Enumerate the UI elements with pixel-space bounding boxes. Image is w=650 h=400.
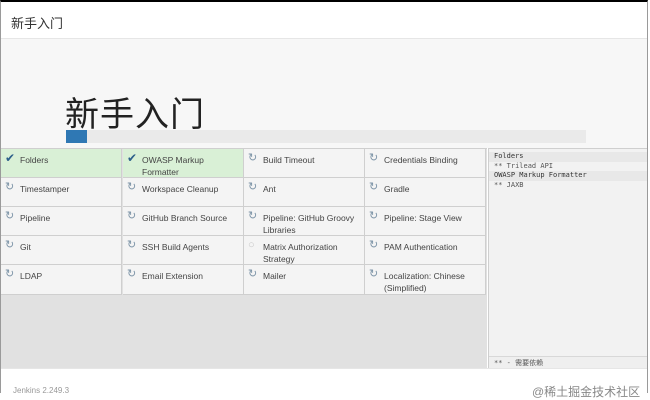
- plugin-item: ↻ Credentials Binding: [365, 149, 486, 178]
- plugin-item: ↻ Build Timeout: [244, 149, 365, 178]
- check-icon: ✔: [127, 151, 138, 165]
- plugin-item: ↻ LDAP: [1, 265, 122, 295]
- plugin-item: ↻ Email Extension: [123, 265, 244, 295]
- refresh-icon: ↻: [369, 239, 379, 251]
- plugin-item: ✔ Folders: [1, 149, 122, 178]
- hero-section: 新手入门: [1, 39, 647, 148]
- plugin-item: ↻ Pipeline: GitHub Groovy Libraries: [244, 207, 365, 236]
- plugin-name: GitHub Branch Source: [142, 213, 228, 223]
- refresh-icon: ↻: [127, 210, 137, 222]
- log-line: ** JAXB: [494, 180, 524, 189]
- hero-title: 新手入门: [65, 95, 205, 135]
- plugin-grid: ✔ Folders ✔ OWASP Markup Formatter ↻ Build Ti…: [1, 148, 487, 369]
- plugin-name: Credentials Binding: [384, 155, 458, 165]
- page-title: 新手入门: [11, 16, 64, 31]
- refresh-icon: ↻: [369, 181, 379, 193]
- refresh-icon: ↻: [5, 181, 15, 193]
- plugin-item: ↻ GitHub Branch Source: [123, 207, 244, 236]
- plugin-name: Gradle: [384, 184, 410, 194]
- plugin-item: ↻ Workspace Cleanup: [123, 178, 244, 207]
- plugin-name: Pipeline: Stage View: [384, 213, 462, 223]
- plugin-name: SSH Build Agents: [142, 242, 210, 252]
- log-line: Folders: [489, 152, 647, 162]
- refresh-icon: ↻: [127, 268, 137, 280]
- plugin-name: Pipeline: [20, 213, 51, 223]
- refresh-icon: ↻: [127, 239, 137, 251]
- plugin-name: Git: [20, 242, 31, 252]
- plugin-item: ↻ SSH Build Agents: [123, 236, 244, 265]
- log-legend: ** - 需要依赖: [489, 356, 647, 368]
- install-log-panel[interactable]: Folders ** Trilead API OWASP Markup Form…: [488, 148, 647, 368]
- plugin-name: Email Extension: [142, 271, 203, 281]
- plugin-name: Mailer: [263, 271, 287, 281]
- refresh-icon: ↻: [248, 181, 258, 193]
- plugin-name: Build Timeout: [263, 155, 315, 165]
- refresh-icon: ↻: [5, 239, 15, 251]
- install-progress-bar: [66, 130, 586, 143]
- plugin-item: ↻ Gradle: [365, 178, 486, 207]
- plugin-name: LDAP: [20, 271, 43, 281]
- refresh-icon: ↻: [248, 152, 258, 164]
- log-line: OWASP Markup Formatter: [489, 171, 647, 181]
- plugin-name: Timestamper: [20, 184, 70, 194]
- refresh-icon: ↻: [369, 268, 379, 280]
- log-line: ** Trilead API: [494, 161, 554, 170]
- refresh-icon: ↻: [248, 210, 258, 222]
- page-footer: Jenkins 2.249.3 @稀土掘金技术社区: [1, 368, 647, 399]
- plugin-item: ↻ Pipeline: [1, 207, 122, 236]
- plugin-item: ↻ Localization: Chinese (Simplified): [365, 265, 486, 295]
- plugin-item: ↻ Git: [1, 236, 122, 265]
- plugin-name: Ant: [263, 184, 276, 194]
- plugin-item: ✔ OWASP Markup Formatter: [123, 149, 244, 178]
- top-bar: 新手入门: [1, 2, 647, 39]
- plugin-name: Localization: Chinese (Simplified): [384, 271, 465, 293]
- check-icon: ✔: [5, 151, 16, 165]
- refresh-icon: ↻: [369, 152, 379, 164]
- plugin-item: ↻ PAM Authentication: [365, 236, 486, 265]
- plugin-name: Matrix Authorization Strategy: [263, 242, 338, 264]
- plugin-name: Pipeline: GitHub Groovy Libraries: [263, 213, 355, 235]
- refresh-icon: ↻: [5, 210, 15, 222]
- plugin-item: ↻ Ant: [244, 178, 365, 207]
- progress-fill: [66, 130, 87, 143]
- version-label: Jenkins 2.249.3: [13, 386, 70, 395]
- plugin-item: ○ Matrix Authorization Strategy: [244, 236, 365, 265]
- pending-circle-icon: ○: [248, 239, 255, 251]
- plugin-name: Workspace Cleanup: [142, 184, 219, 194]
- refresh-icon: ↻: [127, 181, 137, 193]
- plugin-item: ↻ Timestamper: [1, 178, 122, 207]
- plugin-name: PAM Authentication: [384, 242, 458, 252]
- plugin-item: ↻ Mailer: [244, 265, 365, 295]
- refresh-icon: ↻: [5, 268, 15, 280]
- refresh-icon: ↻: [248, 268, 258, 280]
- plugin-name: OWASP Markup Formatter: [142, 155, 204, 177]
- refresh-icon: ↻: [369, 210, 379, 222]
- plugin-item: ↻ Pipeline: Stage View: [365, 207, 486, 236]
- watermark-text: @稀土掘金技术社区: [532, 385, 641, 399]
- plugin-name: Folders: [20, 155, 49, 165]
